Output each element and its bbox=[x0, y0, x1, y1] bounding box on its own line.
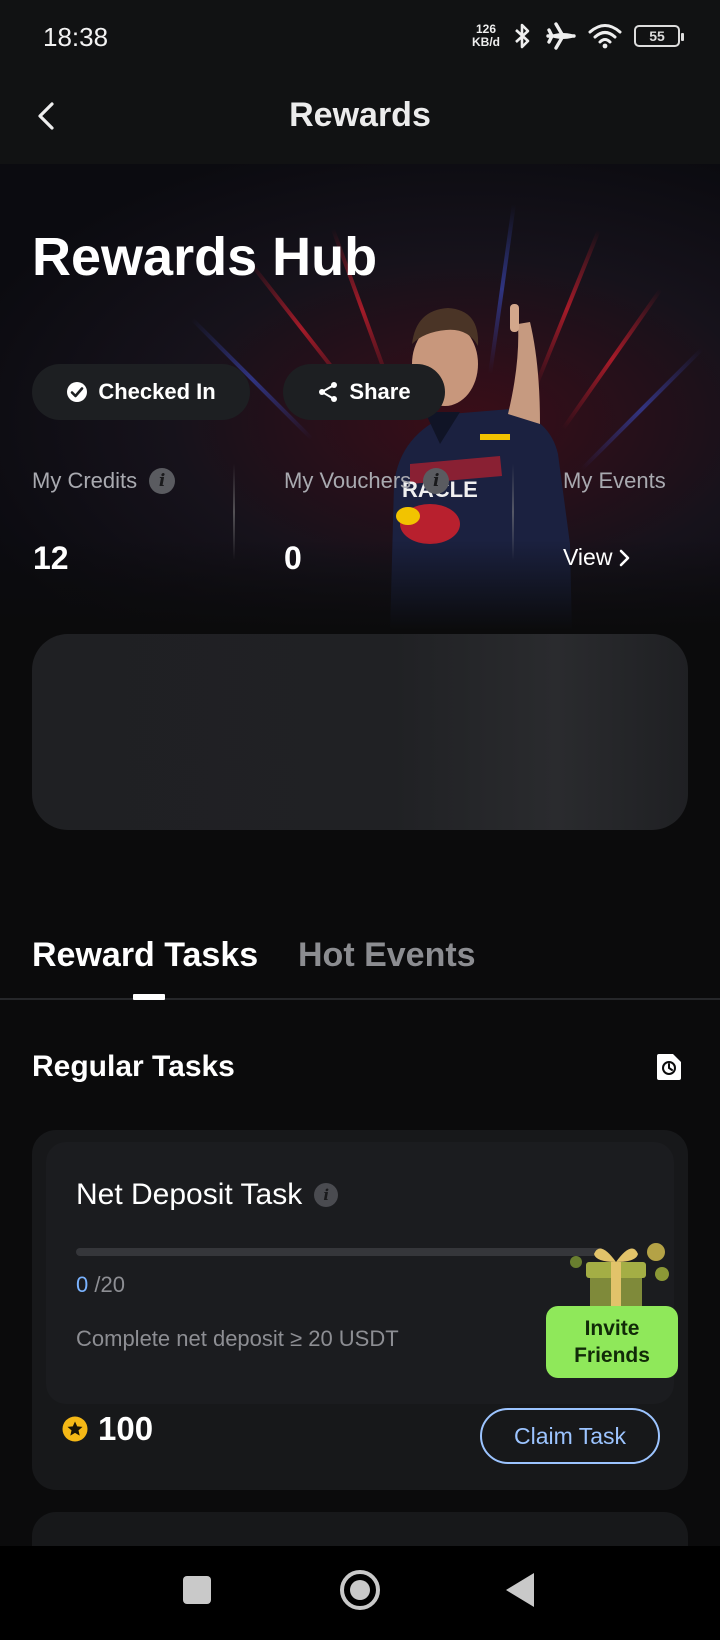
share-button[interactable]: Share bbox=[283, 364, 445, 420]
task-progress-text: 0 /20 bbox=[76, 1272, 125, 1297]
home-button[interactable] bbox=[340, 1570, 380, 1610]
status-bar: 18:38 126 KB/d 55 bbox=[0, 0, 720, 80]
invite-friends-button[interactable]: Invite Friends bbox=[546, 1306, 678, 1378]
task-reward: 100 bbox=[62, 1410, 153, 1448]
app-header: Rewards bbox=[0, 80, 720, 164]
info-icon[interactable]: i bbox=[314, 1183, 339, 1207]
my-events-label: My Events bbox=[563, 468, 666, 493]
page-title: Rewards bbox=[289, 96, 431, 134]
chevron-right-icon bbox=[620, 549, 630, 566]
share-icon bbox=[319, 382, 338, 402]
checked-in-label: Checked In bbox=[98, 379, 216, 404]
checked-in-button[interactable]: Checked In bbox=[32, 364, 250, 420]
airplane-icon bbox=[546, 22, 576, 50]
promo-banner[interactable] bbox=[32, 634, 688, 830]
system-back-button[interactable] bbox=[506, 1573, 534, 1607]
task-progress-bar bbox=[76, 1248, 604, 1256]
history-icon[interactable] bbox=[655, 1052, 683, 1082]
system-nav-bar bbox=[0, 1546, 720, 1640]
wifi-icon bbox=[588, 24, 622, 49]
task-description: Complete net deposit ≥ 20 USDT bbox=[76, 1326, 399, 1351]
info-icon[interactable]: i bbox=[149, 468, 176, 494]
battery-icon: 55 bbox=[634, 25, 684, 47]
reward-amount: 100 bbox=[98, 1410, 154, 1447]
regular-tasks-title: Regular Tasks bbox=[32, 1050, 235, 1083]
recents-button[interactable] bbox=[183, 1576, 211, 1604]
my-events-view-link[interactable]: View bbox=[563, 544, 632, 571]
network-speed: 126 KB/d bbox=[472, 22, 500, 49]
claim-task-button[interactable]: Claim Task bbox=[480, 1408, 660, 1464]
tab-hot-events[interactable]: Hot Events bbox=[298, 936, 476, 975]
bluetooth-icon bbox=[515, 23, 530, 49]
stat-divider bbox=[512, 464, 514, 560]
my-credits-value: 12 bbox=[33, 540, 69, 576]
tab-reward-tasks[interactable]: Reward Tasks bbox=[32, 936, 258, 975]
tab-bar: Reward Tasks Hot Events bbox=[0, 930, 720, 1000]
hero-title: Rewards Hub bbox=[32, 227, 378, 287]
stat-divider bbox=[233, 464, 235, 560]
status-time: 18:38 bbox=[43, 22, 109, 52]
hero-ray bbox=[580, 347, 704, 471]
active-tab-indicator bbox=[133, 994, 165, 1000]
rewards-hub-hero: RACLE Rewards Hub Checked In Share My Cr… bbox=[0, 164, 720, 630]
info-icon[interactable]: i bbox=[423, 468, 450, 494]
check-circle-icon bbox=[67, 382, 88, 402]
star-coin-icon bbox=[62, 1416, 88, 1442]
share-label: Share bbox=[349, 379, 411, 404]
my-credits-label: My Credits i bbox=[32, 468, 176, 494]
my-vouchers-value: 0 bbox=[284, 540, 302, 576]
my-vouchers-label: My Vouchers i bbox=[284, 468, 450, 494]
status-icons: 126 KB/d 55 bbox=[472, 22, 684, 50]
task-title: Net Deposit Task i bbox=[76, 1178, 339, 1212]
